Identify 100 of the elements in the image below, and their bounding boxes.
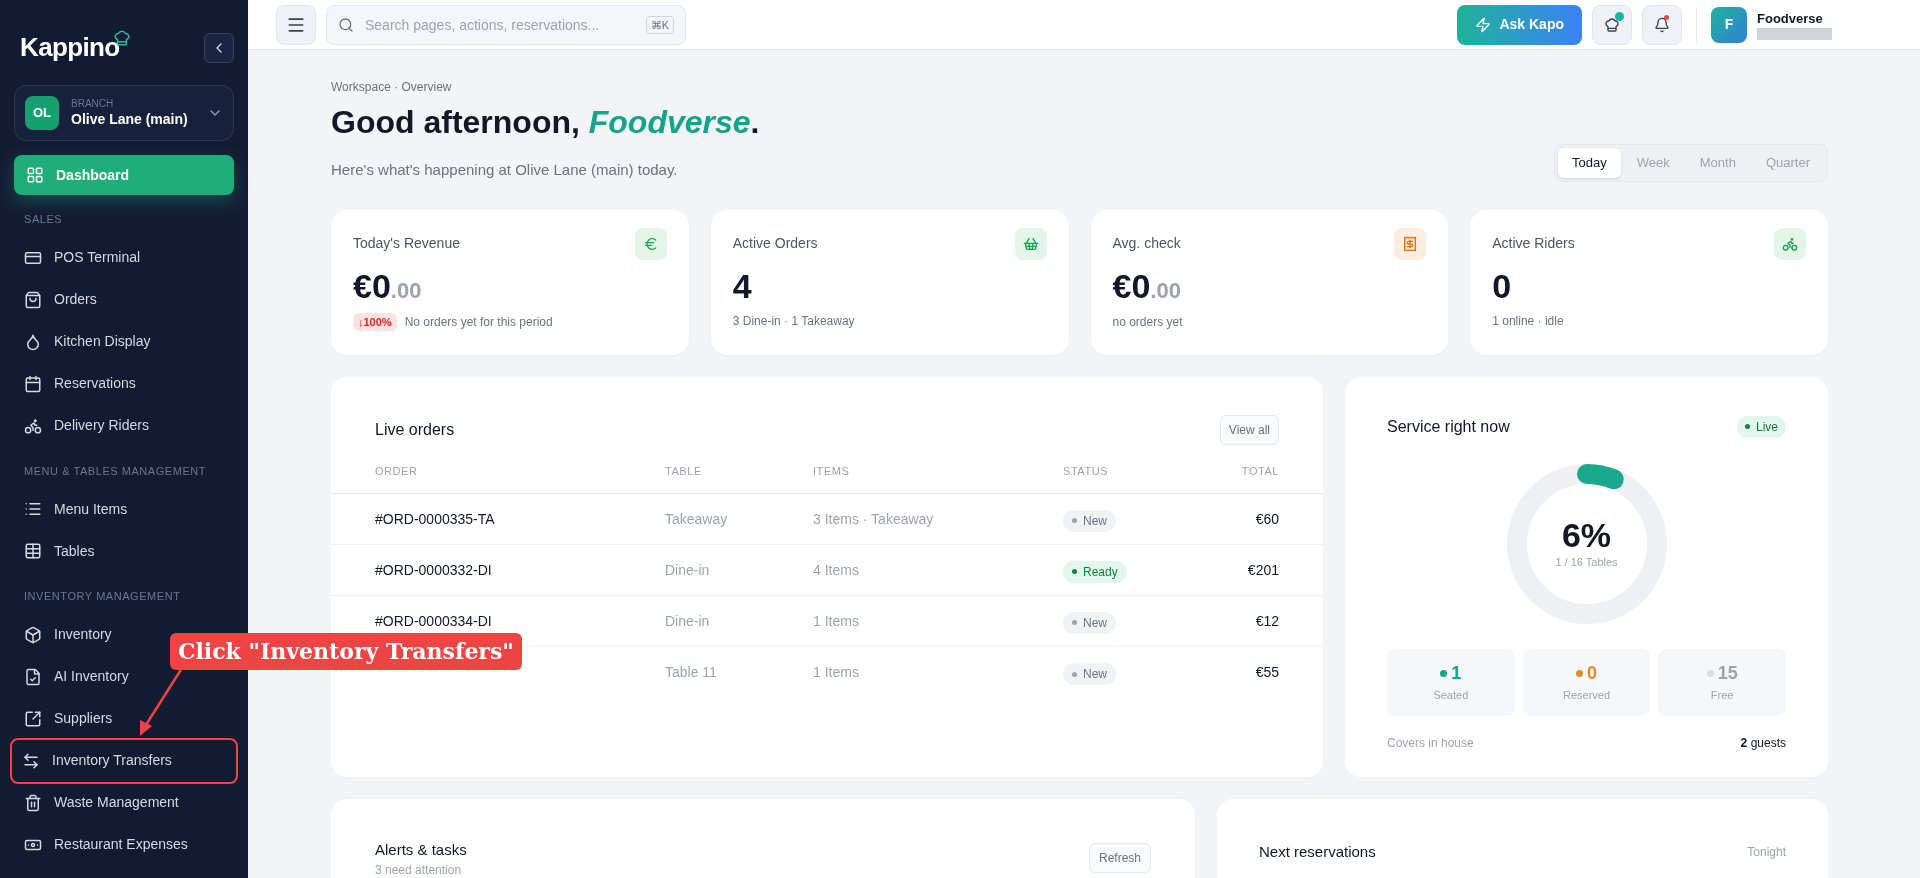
nav-item[interactable]: Suppliers	[14, 697, 127, 740]
change-badge: ↓100%	[353, 312, 397, 331]
occupancy-caption: 1 / 16 Tables	[1555, 555, 1618, 571]
stat-title: Active Riders	[1492, 234, 1575, 253]
subtitle: Here's what's happening at Olive Lane (main) today.	[331, 160, 678, 180]
document-check-icon	[24, 667, 42, 686]
table-cell-text: Takeaway	[665, 509, 729, 529]
list-icon	[24, 500, 42, 518]
user-menu[interactable]: F Foodverse	[1711, 6, 1832, 43]
stat-value: 4	[732, 265, 752, 306]
greeting-heading: Good afternoon, Foodverse.	[331, 103, 761, 142]
nav-item[interactable]: POS Terminal	[14, 236, 155, 279]
table-cell-text: Table 11	[665, 663, 718, 682]
stat-label: Free	[1710, 688, 1734, 704]
annotation-callout: Click "Inventory Transfers"	[170, 633, 522, 670]
order-total: €201	[1246, 560, 1279, 580]
nav-item[interactable]: Menu Items	[14, 488, 142, 530]
calendar-icon	[24, 374, 42, 393]
refresh-button[interactable]: Refresh	[1088, 842, 1151, 873]
view-all-button[interactable]: View all	[1219, 414, 1279, 445]
order-number: #ORD-0000334-DI	[375, 613, 492, 629]
order-total: €12	[1254, 611, 1279, 631]
status-badge: New	[1063, 663, 1116, 686]
column-header: STATUS	[1063, 463, 1110, 479]
order-total: €60	[1254, 509, 1279, 529]
table-cell-text: 1 Items	[813, 611, 860, 631]
bag-icon	[24, 290, 42, 309]
trash-icon	[24, 793, 42, 812]
nav-item[interactable]: Inventory Transfers	[12, 739, 236, 782]
stat-value: 0	[1587, 662, 1597, 686]
bicycle-icon	[1782, 235, 1798, 252]
user-name: Foodverse	[1757, 9, 1823, 28]
search-icon	[338, 16, 354, 33]
covers-value: 2 guests	[1740, 734, 1786, 752]
nav-item[interactable]: Kitchen Display	[14, 320, 165, 363]
receipt-icon	[1402, 235, 1419, 252]
shortcut-key: ⌘K	[645, 15, 674, 34]
stat-note: No orders yet for this period	[404, 313, 553, 331]
euro-icon	[642, 235, 659, 252]
chef-hat-icon	[1604, 16, 1620, 33]
order-number: #ORD-0000332-DI	[375, 562, 492, 578]
stat-note: no orders yet	[1112, 313, 1183, 331]
logo: Kappino	[20, 31, 120, 64]
table-cell-text: Dine-in	[665, 611, 711, 631]
table-cell-text: 4 Items	[813, 560, 860, 580]
card-title: Alerts & tasks	[375, 839, 467, 860]
card-note: Tonight	[1747, 843, 1786, 861]
nav-item[interactable]: AI Inventory	[14, 655, 143, 698]
dashboard-icon	[26, 166, 44, 184]
bicycle-icon	[24, 416, 42, 435]
nav-item[interactable]: Delivery Riders	[14, 404, 163, 447]
column-header: TABLE	[665, 463, 703, 479]
nav-item[interactable]: Restaurant Expenses	[14, 823, 202, 866]
breadcrumb: Workspace · Overview	[331, 79, 453, 96]
table-cell-text: 3 Items · Takeaway	[813, 509, 935, 529]
branch-selector[interactable]: OL BRANCH Olive Lane (main)	[14, 85, 234, 141]
occupancy-percent: 6%	[1561, 516, 1612, 555]
stat-value: 1	[1451, 662, 1462, 686]
stat-decimals: .00	[390, 276, 422, 305]
card-subtitle: 3 need attention	[375, 862, 463, 878]
period-tab[interactable]: Today	[1558, 148, 1621, 178]
nav-item[interactable]: Orders	[14, 278, 111, 321]
status-badge: New	[1063, 509, 1116, 532]
order-number: #ORD-0000335-TA	[375, 511, 495, 527]
order-total: €55	[1254, 663, 1279, 682]
card-title: Live orders	[375, 419, 455, 440]
column-header: TOTAL	[1240, 463, 1279, 479]
column-header: ORDER	[375, 463, 419, 479]
kitchen-button[interactable]	[1592, 4, 1632, 45]
branch-avatar: OL	[25, 96, 59, 130]
live-badge: Live	[1737, 415, 1786, 438]
menu-button[interactable]	[276, 4, 316, 45]
nav-item[interactable]: Tables	[14, 530, 109, 572]
branch-name: Olive Lane (main)	[71, 110, 188, 128]
stat-title: Today's Revenue	[353, 234, 460, 253]
section-heading: SALES	[23, 212, 64, 227]
table-cell-text: Dine-in	[665, 560, 711, 580]
nav-item[interactable]: Reservations	[14, 362, 150, 405]
collapse-button[interactable]	[204, 32, 234, 63]
stat-label: Reserved	[1562, 688, 1611, 704]
section-heading: MENU & TABLES MANAGEMENT	[23, 463, 208, 479]
grid-icon	[24, 542, 42, 560]
nav-item[interactable]: Inventory	[14, 613, 126, 656]
nav-item[interactable]: Waste Management	[14, 781, 193, 824]
column-header: ITEMS	[813, 463, 851, 479]
stat-label: Seated	[1433, 688, 1469, 704]
stat-value: 0	[1492, 265, 1512, 306]
stat-title: Avg. check	[1112, 234, 1181, 253]
notifications-button[interactable]	[1642, 4, 1682, 45]
lightning-icon	[1475, 16, 1492, 33]
stat-decimals: .00	[1150, 276, 1181, 305]
branch-caption: BRANCH	[71, 98, 114, 110]
table-cell-text: 1 Items	[813, 663, 860, 682]
swap-arrows-icon	[22, 751, 40, 770]
stat-value: €0	[353, 265, 391, 306]
stat-value: €0	[1112, 265, 1151, 306]
stat-title: Active Orders	[732, 234, 818, 253]
external-link-icon	[24, 709, 42, 728]
bell-icon	[1654, 16, 1670, 33]
covers-label: Covers in house	[1387, 734, 1474, 752]
